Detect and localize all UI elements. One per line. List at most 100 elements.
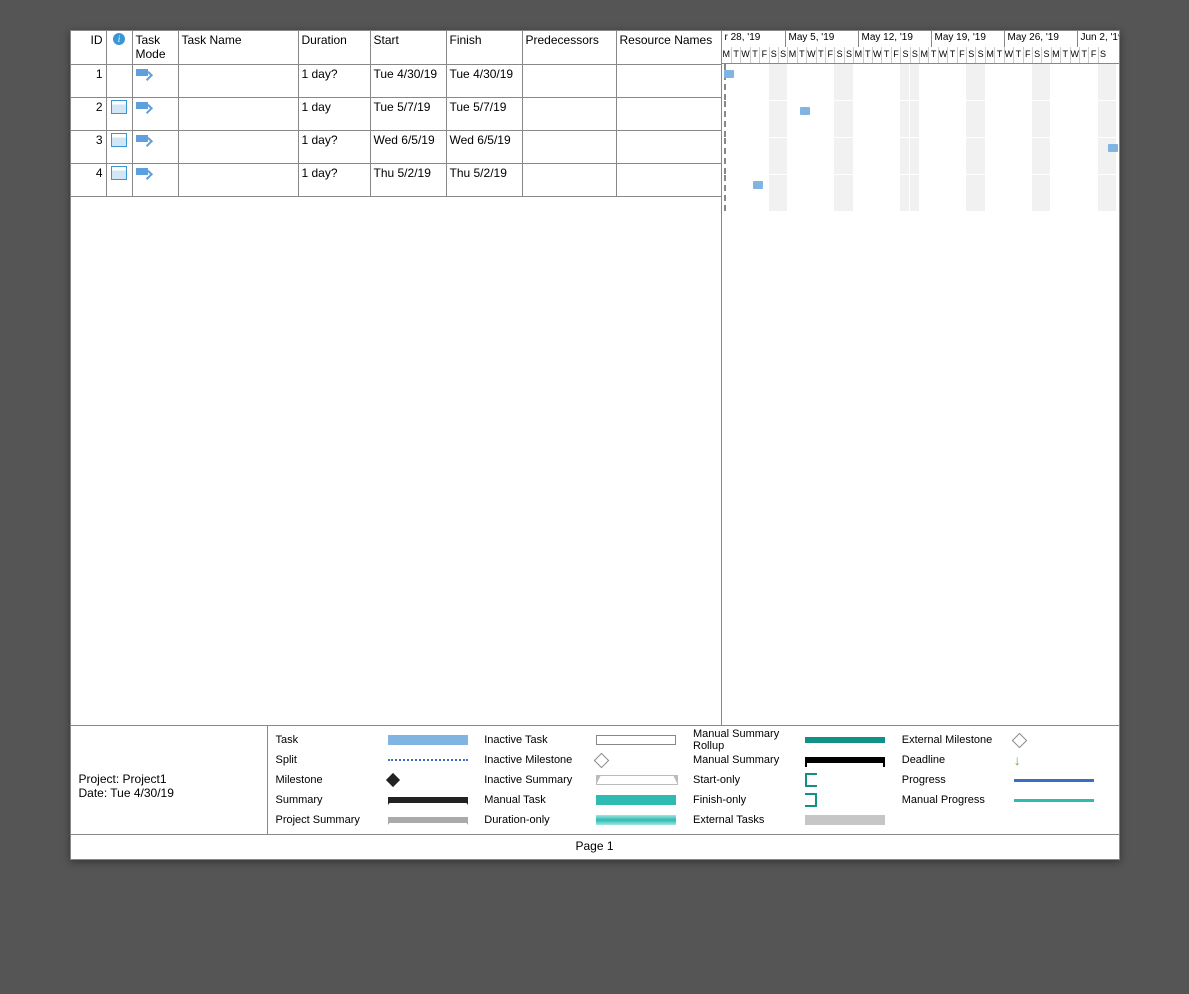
- weekend-stripe: [1041, 175, 1050, 211]
- legend-symbol: [388, 797, 468, 803]
- legend-item: Summary: [276, 790, 485, 810]
- legend-item: Inactive Task: [484, 730, 693, 750]
- legend-symbol: [388, 775, 468, 785]
- cell-id: 1: [71, 65, 107, 97]
- today-line: [724, 138, 726, 174]
- cell-task-name: [179, 164, 299, 196]
- day-label: S: [910, 47, 919, 63]
- day-label: T: [1013, 47, 1022, 63]
- weekend-stripe: [844, 64, 853, 100]
- day-label: T: [731, 47, 740, 63]
- day-label: S: [966, 47, 975, 63]
- legend-label: Deadline: [902, 754, 1008, 766]
- day-label: W: [938, 47, 948, 63]
- legend-item: [902, 810, 1111, 830]
- col-header-start: Start: [371, 31, 447, 64]
- legend-label: Manual Summary Rollup: [693, 728, 799, 752]
- day-label: F: [957, 47, 966, 63]
- legend-symbol: [805, 793, 885, 807]
- week-label: May 19, '19: [931, 31, 1004, 47]
- legend-symbol: [596, 795, 676, 805]
- legend-item: Manual Summary Rollup: [693, 730, 902, 750]
- legend-item: External Tasks: [693, 810, 902, 830]
- day-label: W: [806, 47, 816, 63]
- manual-task-icon: [136, 133, 152, 145]
- cell-start: Thu 5/2/19: [371, 164, 447, 196]
- legend-label: Project Summary: [276, 814, 382, 826]
- today-line: [724, 101, 726, 137]
- weekend-stripe: [910, 138, 919, 174]
- cell-task-mode: [133, 164, 179, 196]
- cell-duration: 1 day?: [299, 65, 371, 97]
- legend-item: Duration-only: [484, 810, 693, 830]
- task-bar: [753, 181, 763, 189]
- gantt-row: [722, 101, 1119, 138]
- weekend-stripe: [769, 175, 778, 211]
- cell-resources: [617, 65, 719, 97]
- gantt-timescale: r 28, '19May 5, '19May 12, '19May 19, '1…: [722, 31, 1119, 64]
- legend-label: Inactive Summary: [484, 774, 590, 786]
- day-label: M: [722, 47, 731, 63]
- calendar-icon: [111, 133, 127, 147]
- legend-label: Manual Task: [484, 794, 590, 806]
- weekend-stripe: [844, 101, 853, 137]
- weekend-stripe: [1098, 64, 1107, 100]
- col-header-finish: Finish: [447, 31, 523, 64]
- day-label: M: [985, 47, 994, 63]
- page-number: Page 1: [71, 835, 1119, 859]
- weekend-stripe: [778, 175, 787, 211]
- day-label: T: [816, 47, 825, 63]
- table-body: 11 day?Tue 4/30/19Tue 4/30/1921 dayTue 5…: [71, 65, 721, 197]
- gantt-row: [722, 64, 1119, 101]
- weekend-stripe: [900, 64, 909, 100]
- cell-task-name: [179, 65, 299, 97]
- legend-symbol: [805, 757, 885, 763]
- day-label: T: [1060, 47, 1069, 63]
- cell-duration: 1 day?: [299, 164, 371, 196]
- legend-label: Task: [276, 734, 382, 746]
- day-label: F: [1088, 47, 1097, 63]
- legend-item: Start-only: [693, 770, 902, 790]
- legend-item: Task: [276, 730, 485, 750]
- day-label: S: [900, 47, 909, 63]
- weekend-stripe: [834, 64, 843, 100]
- legend-label: Inactive Milestone: [484, 754, 590, 766]
- weekend-stripe: [844, 175, 853, 211]
- manual-task-icon: [136, 67, 152, 79]
- cell-resources: [617, 164, 719, 196]
- legend: Task Inactive TaskManual Summary Rollup Ex…: [268, 726, 1119, 834]
- cell-indicator: [107, 164, 133, 196]
- weekend-stripe: [834, 138, 843, 174]
- gantt-body: [722, 64, 1119, 212]
- weekend-stripe: [778, 138, 787, 174]
- legend-item: Manual Task: [484, 790, 693, 810]
- legend-item: Inactive Summary: [484, 770, 693, 790]
- cell-task-name: [179, 131, 299, 163]
- legend-symbol: [805, 815, 885, 825]
- day-label: T: [994, 47, 1003, 63]
- weekend-stripe: [900, 101, 909, 137]
- weekend-stripe: [769, 138, 778, 174]
- weekend-stripe: [1041, 101, 1050, 137]
- weekend-stripe: [1032, 64, 1041, 100]
- task-bar: [800, 107, 810, 115]
- content-area: ID i Task Mode Task Name Duration Start …: [70, 30, 1120, 726]
- legend-label: Start-only: [693, 774, 799, 786]
- weekend-stripe: [1098, 101, 1107, 137]
- legend-symbol: [1014, 799, 1094, 802]
- day-label: M: [787, 47, 796, 63]
- weekend-stripe: [1107, 101, 1116, 137]
- cell-predecessors: [523, 65, 617, 97]
- weekend-stripe: [900, 138, 909, 174]
- cell-finish: Tue 4/30/19: [447, 65, 523, 97]
- weekend-stripe: [844, 138, 853, 174]
- cell-start: Tue 5/7/19: [371, 98, 447, 130]
- cell-indicator: [107, 131, 133, 163]
- legend-block: Project: Project1 Date: Tue 4/30/19 Task…: [71, 726, 1119, 835]
- task-table: ID i Task Mode Task Name Duration Start …: [71, 31, 722, 725]
- legend-label: Progress: [902, 774, 1008, 786]
- day-label: T: [947, 47, 956, 63]
- project-name: Project: Project1: [79, 772, 259, 786]
- legend-item: Deadline ↓: [902, 750, 1111, 770]
- legend-symbol: ↓: [1014, 752, 1094, 768]
